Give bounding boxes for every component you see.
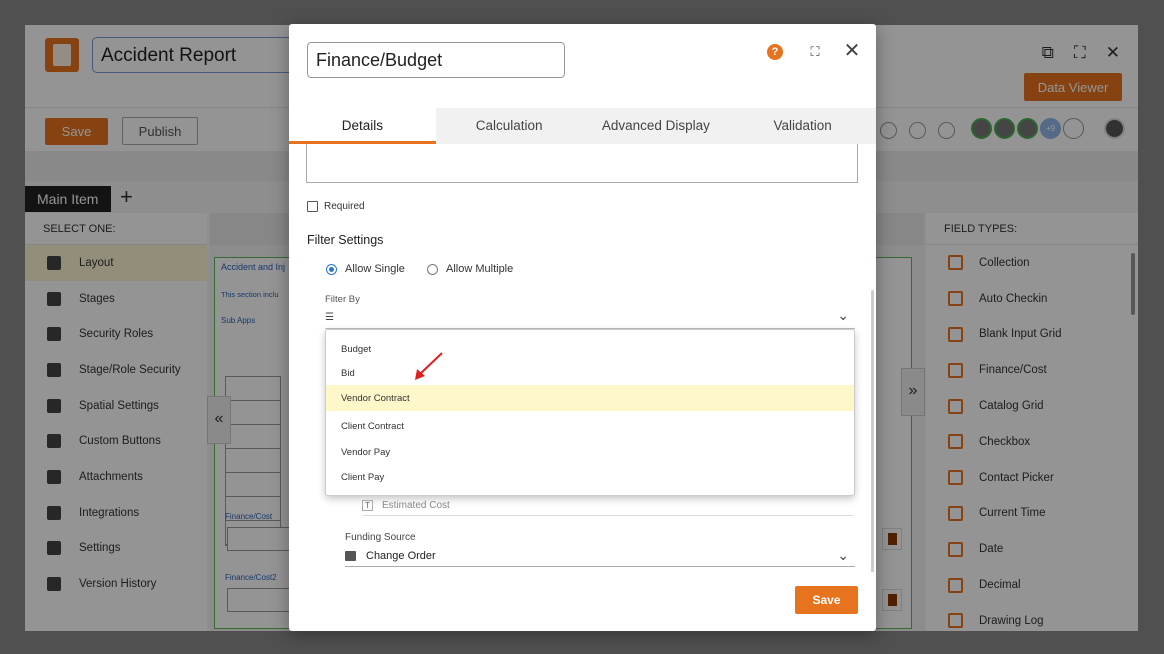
field-settings-modal: Finance/Budget ? ⛶ ✕ Details Calculation… — [289, 24, 876, 631]
estimated-cost-label: Estimated Cost — [382, 500, 450, 511]
modal-save-button[interactable]: Save — [795, 586, 858, 614]
description-textarea[interactable] — [306, 144, 858, 183]
annotation-arrow-icon — [415, 352, 443, 380]
maximize-icon[interactable]: ⛶ — [807, 44, 823, 60]
modal-tabs: Details Calculation Advanced Display Val… — [289, 108, 876, 144]
allow-single-radio-row[interactable]: Allow Single — [326, 263, 405, 275]
help-icon[interactable]: ? — [767, 44, 783, 60]
dropdown-option-client-pay[interactable]: Client Pay — [326, 472, 854, 483]
details-body: Required Filter Settings Allow Single Al… — [289, 144, 876, 631]
allow-multiple-radio[interactable] — [427, 263, 438, 275]
filter-settings-title: Filter Settings — [307, 233, 384, 247]
funding-source-select[interactable]: Change Order ⌄ — [345, 545, 855, 567]
field-name-input[interactable]: Finance/Budget — [307, 42, 565, 78]
dropdown-option-vendor-pay[interactable]: Vendor Pay — [326, 447, 854, 458]
tab-advanced-display[interactable]: Advanced Display — [583, 108, 730, 144]
dropdown-option-client-contract[interactable]: Client Contract — [326, 421, 854, 432]
filter-by-select[interactable]: ☰ ⌄ — [325, 307, 855, 329]
allow-multiple-radio-row[interactable]: Allow Multiple — [427, 263, 513, 275]
required-checkbox-row[interactable]: Required — [307, 201, 365, 212]
tab-validation[interactable]: Validation — [729, 108, 876, 144]
text-field-icon: T — [362, 500, 373, 511]
store-icon — [345, 550, 356, 561]
tab-calculation[interactable]: Calculation — [436, 108, 583, 144]
required-checkbox[interactable] — [307, 201, 318, 212]
chevron-down-icon[interactable]: ⌄ — [837, 307, 849, 324]
allow-single-radio[interactable] — [326, 263, 337, 275]
chevron-down-icon[interactable]: ⌄ — [837, 547, 849, 564]
dropdown-option-vendor-contract[interactable]: Vendor Contract — [326, 385, 854, 411]
filter-by-label: Filter By — [325, 294, 360, 305]
required-label: Required — [324, 201, 365, 212]
modal-scrollbar[interactable] — [871, 290, 874, 572]
estimated-cost-field[interactable]: T Estimated Cost — [362, 496, 854, 516]
funding-source-value: Change Order — [366, 549, 436, 562]
allow-single-label: Allow Single — [345, 263, 405, 275]
filter-icon: ☰ — [325, 312, 334, 323]
tab-details[interactable]: Details — [289, 108, 436, 144]
allow-multiple-label: Allow Multiple — [446, 263, 514, 275]
close-icon[interactable]: ✕ — [843, 41, 861, 61]
funding-source-label: Funding Source — [345, 532, 416, 543]
